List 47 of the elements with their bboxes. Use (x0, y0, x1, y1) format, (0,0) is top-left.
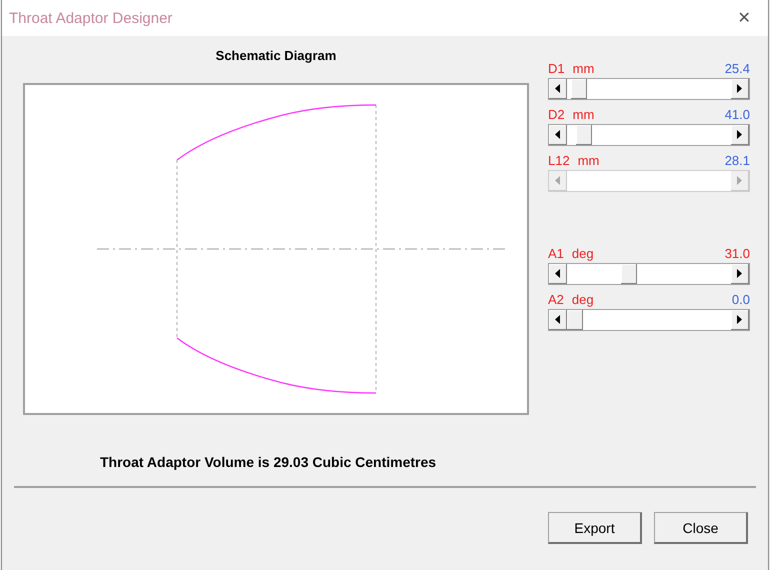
slider-label: D2 (548, 107, 565, 123)
slider-value: 31.0 (724, 246, 750, 262)
scroll-right-button[interactable] (731, 264, 749, 284)
left-arrow-icon (554, 315, 561, 324)
scroll-left-button[interactable] (549, 264, 567, 284)
unit-label: deg (572, 246, 594, 262)
unit-label: mm (572, 61, 594, 77)
scroll-left-button[interactable] (549, 310, 567, 330)
slider-value: 0.0 (732, 292, 750, 308)
left-arrow-icon (554, 269, 561, 278)
diagram-title: Schematic Diagram (216, 48, 336, 65)
scrollbar-slider[interactable] (548, 78, 750, 100)
right-arrow-icon (736, 315, 743, 324)
scroll-right-button[interactable] (731, 310, 749, 330)
window-title: Throat Adaptor Designer (9, 10, 172, 26)
left-arrow-icon (554, 130, 561, 139)
right-arrow-icon (736, 130, 743, 139)
slider-label: A2 (548, 292, 564, 308)
scrollbar-slider[interactable] (548, 124, 750, 146)
slider-label: L12 (548, 153, 570, 169)
scrollbar-slider[interactable] (548, 309, 750, 331)
slider-thumb[interactable] (567, 310, 583, 330)
slider-thumb[interactable] (571, 79, 587, 99)
slider-thumb[interactable] (576, 125, 592, 145)
unit-label: mm (572, 107, 594, 123)
close-button[interactable]: ✕ (726, 8, 762, 28)
right-arrow-icon (736, 84, 743, 93)
slider-value: 28.1 (724, 153, 750, 169)
dialog-button[interactable]: Export (548, 512, 642, 544)
right-arrow-icon (736, 269, 743, 278)
scrollbar-slider[interactable] (548, 263, 750, 285)
slider-value: 41.0 (724, 107, 750, 123)
slider-thumb[interactable] (621, 264, 637, 284)
scroll-right-button[interactable] (731, 125, 749, 145)
left-arrow-icon (554, 176, 561, 185)
dialog-button[interactable]: Close (654, 512, 748, 544)
slider-value: 25.4 (724, 61, 750, 77)
volume-text: Throat Adaptor Volume is 29.03 Cubic Centimetres (100, 454, 438, 472)
scroll-right-button[interactable] (731, 79, 749, 99)
right-arrow-icon (736, 176, 743, 185)
left-arrow-icon (554, 84, 561, 93)
scroll-left-button[interactable] (549, 79, 567, 99)
slider-label: A1 (548, 246, 564, 262)
slider-label: D1 (548, 61, 565, 77)
scroll-left-button[interactable] (549, 125, 567, 145)
unit-label: deg (572, 292, 594, 308)
unit-label: mm (578, 153, 600, 169)
